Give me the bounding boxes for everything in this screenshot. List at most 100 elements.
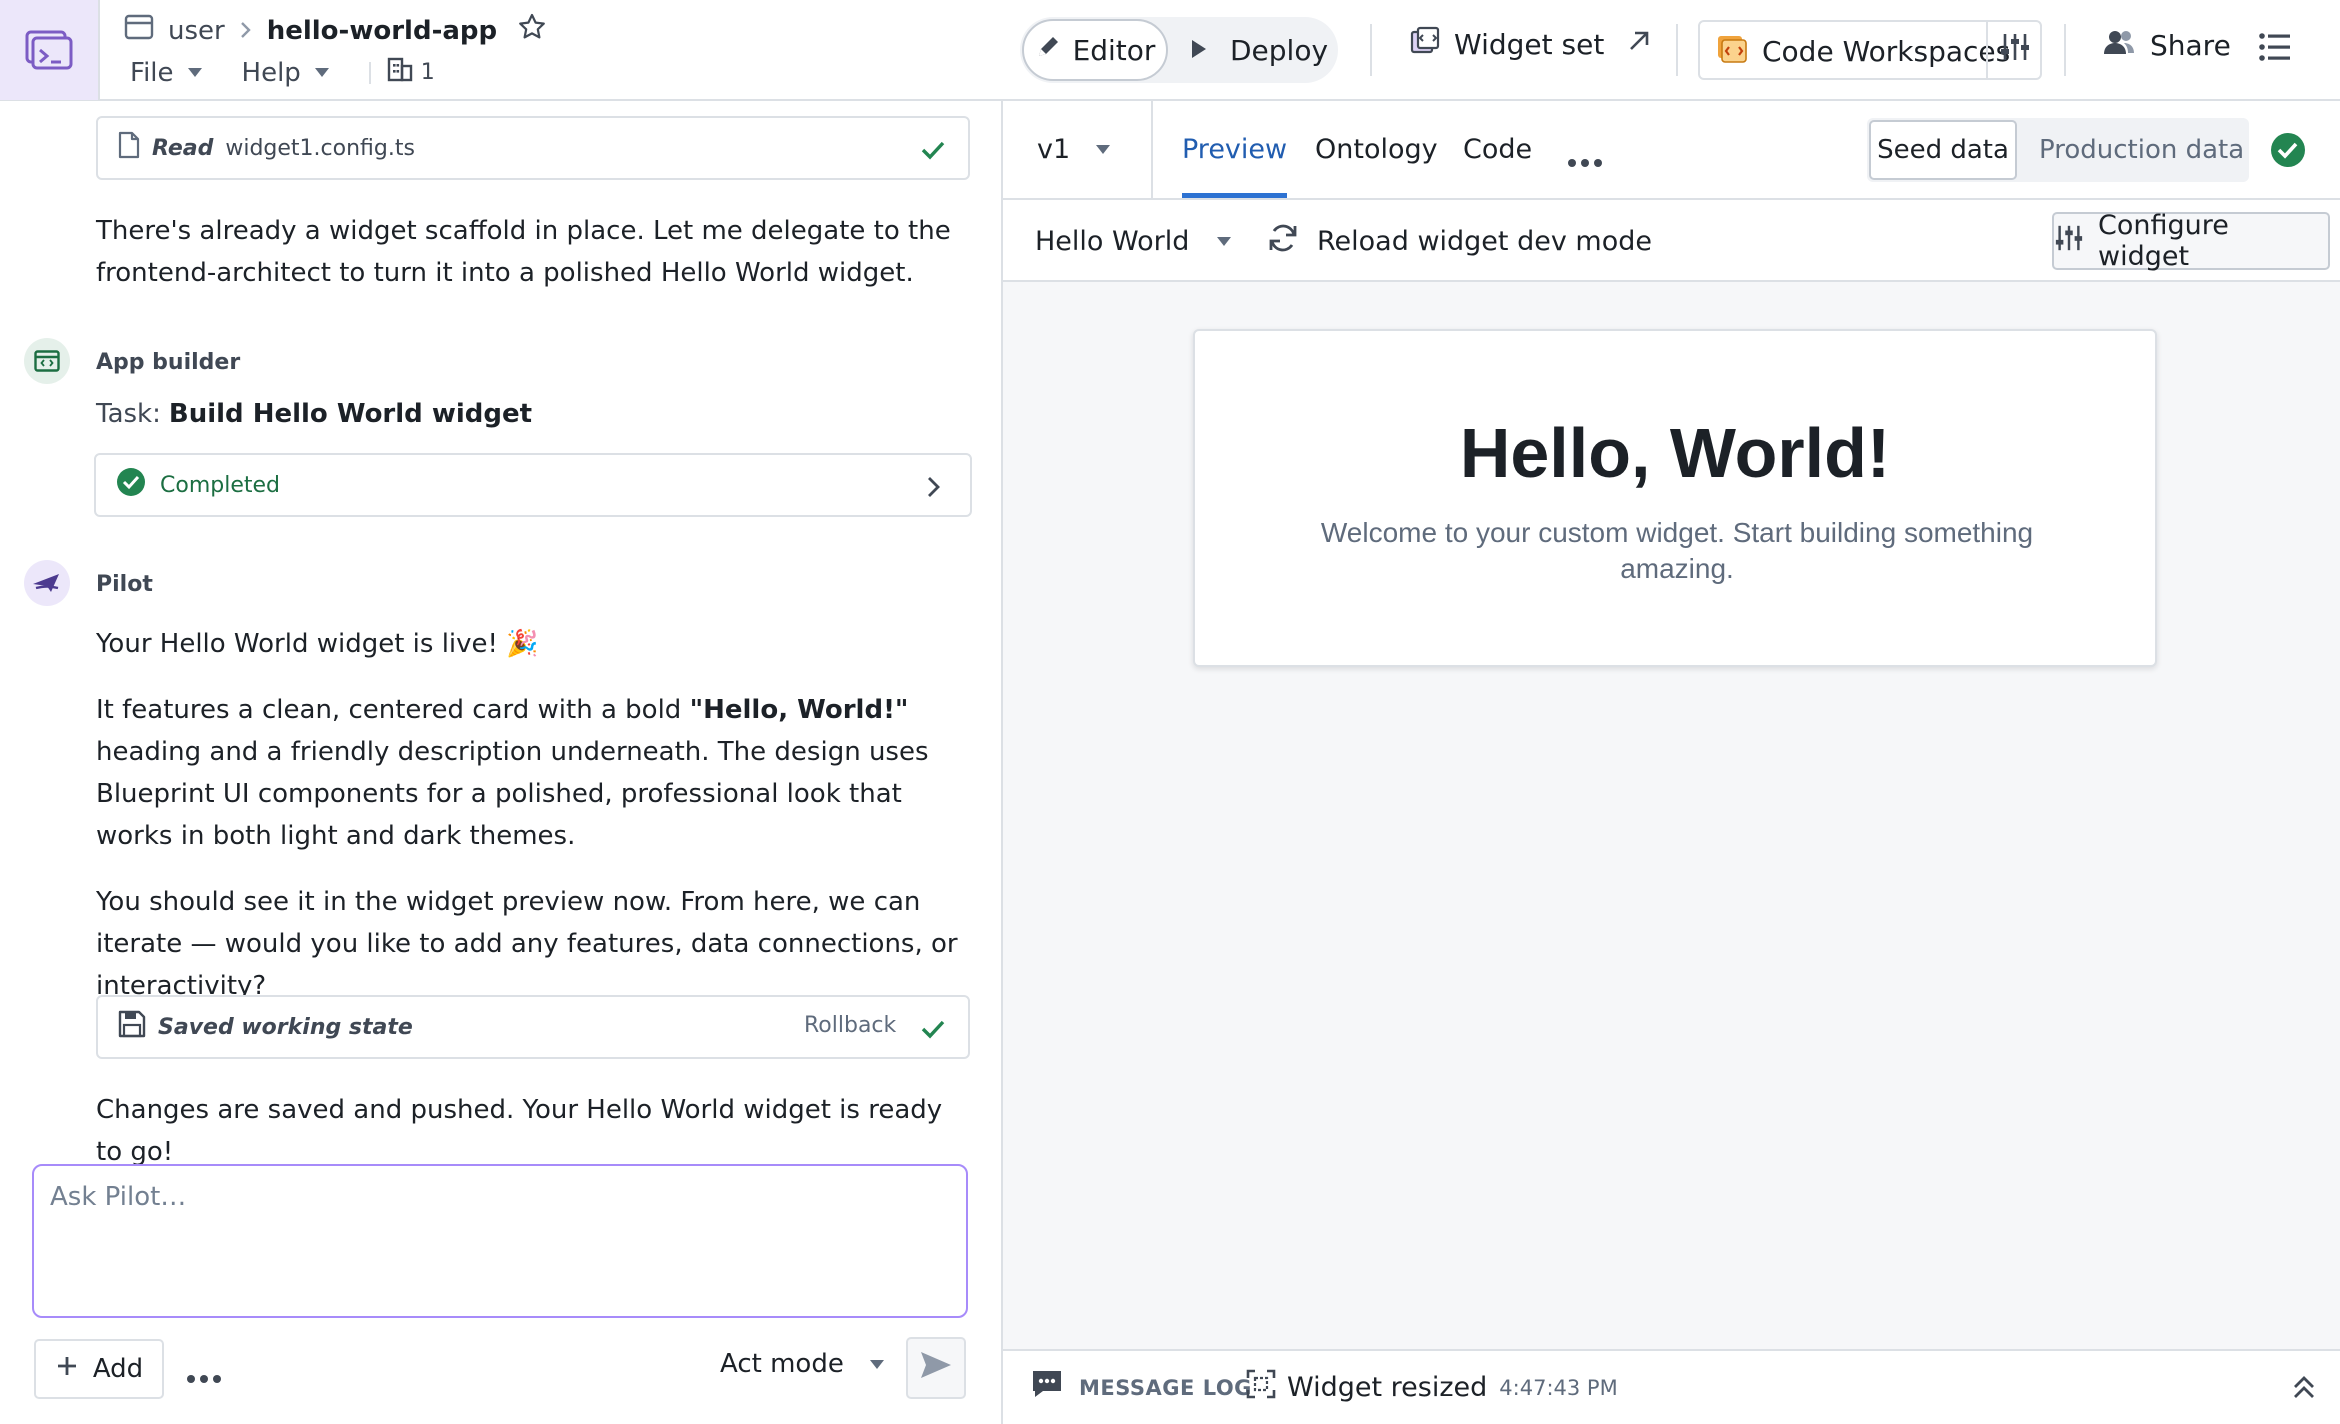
deploy-button[interactable]: Deploy bbox=[1190, 19, 1328, 81]
data-source-toggle: Seed data Production data bbox=[1867, 118, 2249, 182]
menu-divider bbox=[368, 61, 371, 84]
task-status-card[interactable]: Completed bbox=[94, 453, 972, 517]
help-menu[interactable]: Help bbox=[242, 58, 329, 88]
mode-select[interactable]: Act mode bbox=[720, 1349, 884, 1379]
seed-data-button[interactable]: Seed data bbox=[1869, 120, 2017, 180]
people-icon bbox=[2102, 28, 2136, 63]
log-time: 4:47:43 PM bbox=[1499, 1375, 1618, 1400]
plus-icon bbox=[55, 1354, 79, 1385]
more-tabs-icon[interactable] bbox=[1567, 143, 1603, 176]
send-button[interactable] bbox=[906, 1337, 966, 1399]
star-icon[interactable] bbox=[517, 12, 547, 49]
widget-set-button[interactable]: Widget set bbox=[1410, 26, 1652, 63]
resize-icon bbox=[1245, 1368, 1277, 1407]
folder-icon bbox=[124, 13, 154, 48]
code-workspaces-label: Code Workspaces bbox=[1762, 35, 2011, 68]
building-icon bbox=[387, 56, 413, 89]
pilot-paragraph-2: It features a clean, centered card with … bbox=[96, 689, 976, 857]
app-title[interactable]: hello-world-app bbox=[267, 16, 497, 46]
widget-icon bbox=[1410, 26, 1440, 63]
share-button[interactable]: Share bbox=[2102, 28, 2231, 63]
reload-widget-button[interactable]: Reload widget dev mode bbox=[1267, 200, 1652, 282]
preview-tab-bar: v1 Preview Ontology Code Seed data Produ… bbox=[1003, 101, 2340, 200]
share-label: Share bbox=[2150, 29, 2231, 62]
widget-toolbar: Hello World Reload widget dev mode Confi… bbox=[1003, 200, 2340, 282]
workspace-settings-button[interactable] bbox=[1988, 22, 2042, 78]
app-builder-icon bbox=[24, 338, 70, 384]
tool-verb: Read bbox=[152, 135, 214, 161]
configure-widget-button[interactable]: Configure widget bbox=[2052, 210, 2330, 272]
pilot-icon bbox=[24, 560, 70, 606]
task-name: Build Hello World widget bbox=[168, 399, 533, 429]
production-data-button[interactable]: Production data bbox=[2039, 120, 2244, 180]
mode-label: Act mode bbox=[720, 1349, 844, 1379]
chat-icon bbox=[1031, 1369, 1063, 1406]
tab-code[interactable]: Code bbox=[1463, 101, 1532, 198]
file-menu-label: File bbox=[130, 57, 174, 88]
members-indicator[interactable]: 1 bbox=[387, 56, 435, 89]
saved-state-card: Saved working state Rollback bbox=[96, 995, 970, 1059]
ask-pilot-input-wrapper bbox=[32, 1164, 968, 1318]
member-count: 1 bbox=[420, 60, 435, 85]
hello-world-widget: Hello, World! Welcome to your custom wid… bbox=[1193, 329, 2157, 667]
pilot-paragraph-2-bold: "Hello, World!" bbox=[689, 695, 909, 725]
check-circle-icon bbox=[116, 467, 146, 504]
code-workspaces-button[interactable]: Code Workspaces bbox=[1716, 32, 2010, 71]
tab-preview[interactable]: Preview bbox=[1182, 101, 1288, 198]
caret-down-icon bbox=[314, 68, 329, 77]
header-divider bbox=[1370, 24, 1372, 76]
app-builder-name: App builder bbox=[96, 350, 241, 375]
double-chevron-up-icon[interactable] bbox=[2291, 1373, 2317, 1408]
message-log-bar: MESSAGE LOG Widget resized 4:47:43 PM bbox=[1003, 1349, 2340, 1424]
file-menu[interactable]: File bbox=[130, 58, 202, 88]
check-circle-icon bbox=[2270, 132, 2306, 175]
pilot-paragraph-3: You should see it in the widget preview … bbox=[96, 887, 958, 1001]
tab-ontology[interactable]: Ontology bbox=[1315, 101, 1438, 198]
header-divider bbox=[2064, 24, 2066, 76]
version-select[interactable]: v1 bbox=[1037, 101, 1111, 198]
save-icon bbox=[118, 1010, 146, 1045]
editor-button[interactable]: Editor bbox=[1022, 19, 1168, 81]
header-divider bbox=[1676, 24, 1678, 76]
read-tool-card[interactable]: Read widget1.config.ts bbox=[96, 116, 970, 180]
pilot-final-message: Changes are saved and pushed. Your Hello… bbox=[96, 1095, 943, 1167]
add-button[interactable]: Add bbox=[34, 1339, 164, 1399]
caret-down-icon bbox=[1096, 145, 1111, 154]
rollback-button[interactable]: Rollback bbox=[804, 1013, 896, 1038]
task-status: Completed bbox=[160, 472, 280, 498]
app-logo-icon[interactable] bbox=[0, 0, 100, 100]
pilot-line1: Your Hello World widget is live! 🎉 bbox=[96, 629, 539, 659]
latest-log-entry: Widget resized 4:47:43 PM bbox=[1245, 1351, 1618, 1424]
log-event: Widget resized bbox=[1287, 1372, 1488, 1403]
message-log-toggle[interactable]: MESSAGE LOG bbox=[1031, 1351, 1252, 1424]
widget-description: Welcome to your custom widget. Start bui… bbox=[1320, 517, 2034, 584]
check-icon bbox=[920, 1015, 946, 1048]
play-icon bbox=[1190, 34, 1208, 67]
saved-state-label: Saved working state bbox=[158, 1014, 413, 1040]
reload-label: Reload widget dev mode bbox=[1317, 225, 1652, 257]
pilot-paragraph-2-start: It features a clean, centered card with … bbox=[96, 695, 690, 725]
ask-pilot-input[interactable] bbox=[34, 1166, 966, 1316]
breadcrumb-parent[interactable]: user bbox=[168, 16, 225, 46]
pilot-name: Pilot bbox=[96, 572, 153, 597]
more-icon[interactable] bbox=[186, 1359, 222, 1392]
code-workspaces-group: Code Workspaces bbox=[1698, 20, 2042, 80]
widget-select-label: Hello World bbox=[1035, 225, 1190, 257]
list-icon[interactable] bbox=[2258, 30, 2292, 71]
editor-deploy-toggle: Editor Deploy bbox=[1020, 17, 1338, 83]
widget-heading: Hello, World! bbox=[1459, 414, 1891, 492]
editor-label: Editor bbox=[1072, 33, 1156, 67]
deploy-label: Deploy bbox=[1230, 33, 1329, 67]
external-link-icon bbox=[1626, 28, 1652, 61]
caret-down-icon bbox=[1217, 236, 1232, 246]
code-workspace-icon bbox=[1716, 32, 1748, 71]
menu-bar: File Help 1 bbox=[130, 56, 435, 89]
widget-select[interactable]: Hello World bbox=[1035, 200, 1232, 282]
refresh-icon bbox=[1267, 222, 1299, 261]
check-icon bbox=[920, 136, 946, 169]
caret-down-icon bbox=[187, 68, 202, 77]
sliders-icon bbox=[2054, 223, 2084, 260]
task-prefix: Task: bbox=[96, 399, 161, 429]
widget-preview-panel: v1 Preview Ontology Code Seed data Produ… bbox=[1003, 101, 2340, 1424]
message-intro: There's already a widget scaffold in pla… bbox=[96, 216, 951, 288]
